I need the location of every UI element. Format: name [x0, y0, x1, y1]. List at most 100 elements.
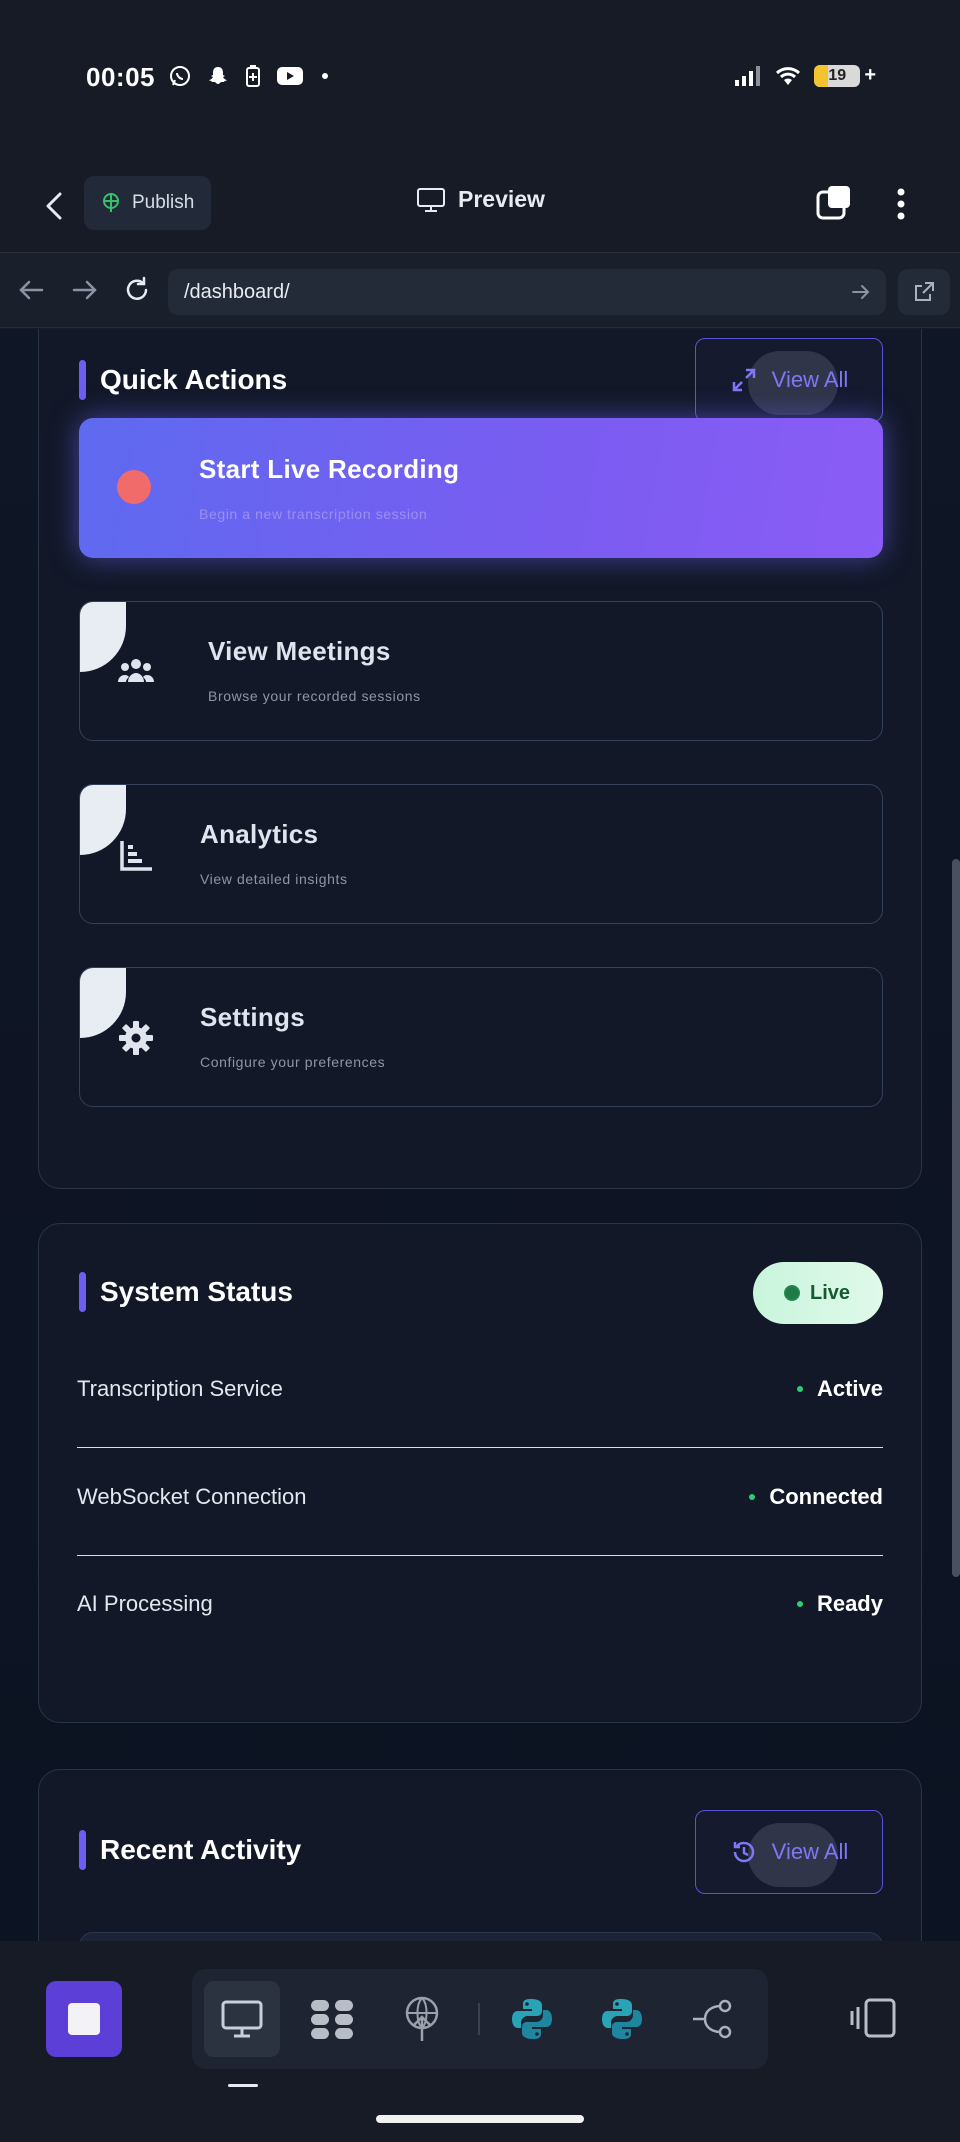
action-subtitle: Begin a new transcription session: [199, 506, 428, 522]
action-title: Analytics: [200, 819, 319, 849]
url-field[interactable]: /dashboard/: [168, 269, 886, 315]
tool-divider: [478, 2003, 480, 2035]
monitor-icon: [417, 187, 445, 212]
action-title: Start Live Recording: [199, 454, 460, 484]
stop-icon: [68, 2003, 100, 2035]
reload-icon[interactable]: [122, 275, 152, 305]
live-status-badge: Live: [753, 1262, 883, 1324]
system-status-title: System Status: [100, 1276, 293, 1307]
status-dot-icon: [796, 1601, 803, 1607]
more-notifications-dot: [322, 73, 328, 79]
system-status-header: System Status: [79, 1272, 293, 1312]
system-status-card: System Status Live Transcription Service…: [38, 1223, 922, 1723]
history-icon: [733, 1841, 754, 1863]
go-arrow-icon[interactable]: [850, 281, 872, 303]
snapchat-icon: [209, 67, 227, 84]
url-text: /dashboard/: [184, 280, 290, 303]
accent-bar: [79, 1830, 86, 1870]
app-bar: Publish Preview: [0, 160, 960, 252]
tabs-icon[interactable]: [814, 184, 854, 224]
python-icon: [602, 1999, 642, 2039]
status-text: Active: [816, 1376, 883, 1401]
publish-label: Publish: [132, 192, 195, 213]
status-label: WebSocket Connection: [77, 1484, 307, 1509]
desktop-preview-tool[interactable]: [204, 1981, 280, 2057]
scrollbar[interactable]: [952, 859, 960, 1577]
recent-activity-title: Recent Activity: [100, 1834, 302, 1865]
publish-icon: [103, 193, 119, 212]
quick-actions-title: Quick Actions: [100, 364, 288, 395]
stop-button[interactable]: [46, 1981, 122, 2057]
back-icon[interactable]: [40, 186, 70, 226]
signal-icon: [735, 65, 761, 86]
agents-icon: [311, 2000, 353, 2039]
status-text: Connected: [769, 1484, 883, 1509]
view-all-label: View All: [771, 1839, 849, 1864]
clock: 00:05: [86, 62, 155, 92]
preview-label: Preview: [458, 186, 545, 212]
action-subtitle: Browse your recorded sessions: [208, 688, 421, 704]
view-meetings-button[interactable]: View Meetings Browse your recorded sessi…: [79, 601, 883, 741]
charging-icon: +: [864, 64, 876, 86]
browser-back-icon[interactable]: [16, 275, 46, 305]
users-icon: [118, 659, 154, 682]
action-title: View Meetings: [208, 636, 391, 666]
battery-level: 19: [828, 66, 847, 84]
recent-activity-view-all-button[interactable]: View All: [695, 1810, 883, 1894]
activity-list-item[interactable]: [79, 1932, 883, 1941]
agents-tool[interactable]: [294, 1981, 370, 2057]
start-live-recording-button[interactable]: Start Live Recording Begin a new transcr…: [79, 418, 883, 558]
action-title: Settings: [200, 1002, 305, 1032]
home-indicator[interactable]: [376, 2115, 584, 2123]
quick-actions-view-all-button[interactable]: View All: [695, 338, 883, 422]
settings-button[interactable]: Settings Configure your preferences: [79, 967, 883, 1107]
status-bar: 00:05 19 +: [0, 0, 960, 150]
status-value: Active: [796, 1376, 883, 1402]
status-label: Transcription Service: [77, 1376, 283, 1401]
status-text: Ready: [816, 1591, 883, 1616]
page-content: Quick Actions View All Start Live Record…: [0, 329, 960, 1941]
accent-bar: [79, 360, 86, 400]
browser-forward-icon[interactable]: [70, 275, 100, 305]
python-tool-2[interactable]: [584, 1981, 660, 2057]
accent-bar: [79, 1272, 86, 1312]
external-link-icon: [915, 282, 934, 301]
battery-icon: 19: [814, 64, 861, 87]
recent-activity-card: Recent Activity View All: [38, 1769, 922, 1941]
status-dot-icon: [796, 1386, 803, 1392]
recent-activity-header: Recent Activity: [79, 1830, 301, 1870]
whatsapp-icon: [170, 66, 190, 86]
deploy-tool[interactable]: [384, 1981, 460, 2057]
status-value: Connected: [749, 1484, 883, 1510]
open-external-button[interactable]: [898, 269, 950, 315]
bottom-dock: [0, 1941, 960, 2142]
system-indicators: 19 +: [734, 64, 876, 87]
live-label: Live: [809, 1281, 851, 1304]
browser-bar: /dashboard/: [0, 252, 960, 328]
battery-saver-icon: [246, 65, 260, 87]
status-row-ai: AI Processing Ready: [77, 1555, 883, 1663]
python-icon: [512, 1999, 552, 2039]
python-tool-1[interactable]: [494, 1981, 570, 2057]
youtube-icon: [277, 67, 303, 85]
analytics-button[interactable]: Analytics View detailed insights: [79, 784, 883, 924]
wifi-icon: [776, 66, 801, 85]
status-row-transcription: Transcription Service Active: [77, 1340, 883, 1448]
gear-icon: [119, 1021, 153, 1055]
status-row-websocket: WebSocket Connection Connected: [77, 1448, 883, 1556]
quick-actions-header: Quick Actions: [79, 360, 287, 400]
quick-actions-card: Quick Actions View All Start Live Record…: [38, 329, 922, 1189]
bar-chart-icon: [120, 841, 152, 871]
workflow-tool[interactable]: [674, 1981, 750, 2057]
view-all-label: View All: [771, 367, 849, 392]
publish-button[interactable]: Publish: [84, 176, 211, 230]
panel-toggle-icon[interactable]: [850, 1997, 898, 2039]
monitor-icon: [221, 2000, 263, 2038]
preview-toggle[interactable]: Preview: [416, 186, 545, 213]
tool-bar: [192, 1969, 768, 2069]
status-dot-icon: [749, 1494, 756, 1500]
more-options-icon[interactable]: [886, 184, 916, 224]
status-label: AI Processing: [77, 1591, 213, 1616]
record-icon: [117, 470, 151, 504]
expand-icon: [732, 368, 755, 392]
